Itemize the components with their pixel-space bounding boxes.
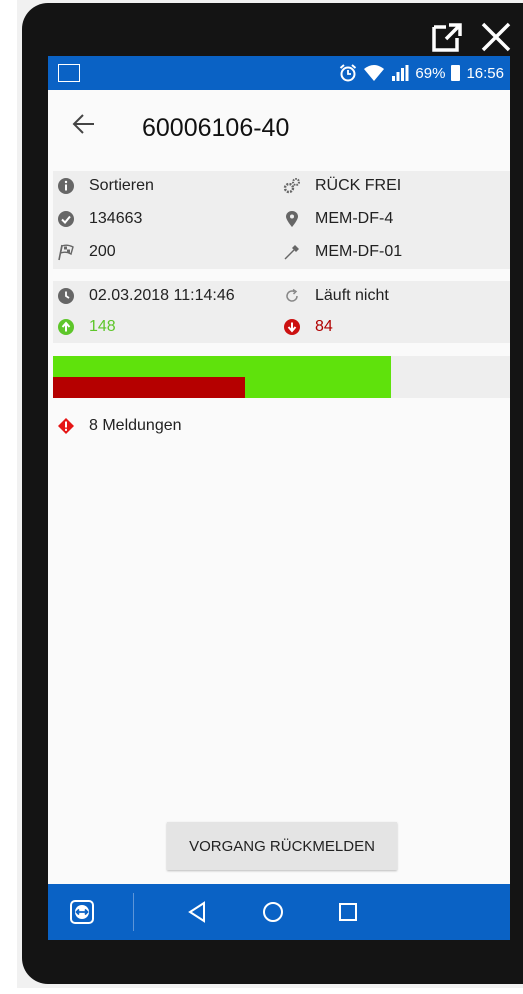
android-nav-bar — [48, 884, 510, 940]
alarm-icon — [340, 64, 357, 82]
page-title: 60006106-40 — [142, 114, 290, 142]
location-row: MEM-DF-4 — [283, 204, 393, 234]
target-row: 200 — [57, 237, 116, 267]
feedback-label: RÜCK FREI — [315, 177, 402, 194]
messages-link[interactable]: 8 Meldungen — [53, 411, 182, 441]
open-external-icon[interactable] — [431, 22, 463, 52]
map-marker-icon — [286, 211, 298, 227]
number-value: 134663 — [89, 210, 143, 227]
back-arrow-icon[interactable] — [70, 110, 98, 138]
signal-icon — [392, 65, 409, 81]
teamviewer-icon[interactable] — [70, 900, 94, 924]
clock: 16:56 — [466, 64, 504, 82]
status-indicators: 69% 16:56 — [339, 56, 504, 90]
refresh-icon — [286, 288, 298, 302]
info-icon — [58, 178, 74, 194]
good-count-row: 148 — [57, 312, 116, 342]
bad-quantity-bar — [53, 377, 245, 398]
pin-tool-icon — [284, 245, 299, 260]
run-state-row: Läuft nicht — [283, 281, 389, 311]
app-bar: 60006106-40 — [48, 90, 510, 162]
tool-value: MEM-DF-01 — [315, 243, 403, 260]
report-operation-button[interactable]: VORGANG RÜCKMELDEN — [167, 822, 397, 870]
checkered-flag-icon — [58, 244, 74, 261]
order-info-card: Sortieren RÜCK FREI 134663 MEM-DF-4 200 … — [53, 171, 510, 269]
target-value: 200 — [89, 243, 116, 260]
messages-label: 8 Meldungen — [89, 417, 182, 434]
clock-icon — [58, 288, 74, 304]
warning-diamond-icon — [58, 418, 74, 434]
datetime-row: 02.03.2018 11:14:46 — [57, 281, 235, 311]
check-circle-icon — [58, 211, 74, 227]
nav-recents-icon[interactable] — [338, 902, 358, 922]
status-bar: 69% 16:56 — [48, 56, 510, 90]
arrow-up-circle-icon — [58, 319, 74, 335]
device-screen: 69% 16:56 60006106-40 Sortieren RÜCK FRE… — [48, 56, 510, 940]
datetime-value: 02.03.2018 11:14:46 — [89, 287, 235, 304]
wifi-icon — [364, 65, 385, 81]
bad-count-row: 84 — [283, 312, 333, 342]
number-row: 134663 — [57, 204, 142, 234]
bad-count: 84 — [315, 318, 333, 335]
run-state-label: Läuft nicht — [315, 287, 389, 304]
battery-percentage: 69% — [415, 64, 446, 82]
cogs-icon — [283, 178, 300, 194]
good-count: 148 — [89, 318, 116, 335]
battery-icon — [451, 65, 461, 81]
status-row: Sortieren — [57, 171, 154, 201]
nav-home-icon[interactable] — [262, 901, 284, 923]
nav-back-icon[interactable] — [187, 901, 207, 923]
window-controls — [423, 19, 523, 53]
arrow-down-circle-icon — [284, 319, 300, 335]
status-label: Sortieren — [89, 177, 154, 194]
close-icon[interactable] — [479, 21, 513, 53]
tool-row: MEM-DF-01 — [283, 237, 402, 267]
teamviewer-notification-icon — [58, 64, 80, 82]
quantity-progress — [53, 356, 510, 398]
nav-divider — [133, 893, 134, 931]
timing-card: 02.03.2018 11:14:46 Läuft nicht 148 84 — [53, 281, 510, 343]
feedback-row: RÜCK FREI — [283, 171, 401, 201]
location-value: MEM-DF-4 — [315, 210, 394, 227]
